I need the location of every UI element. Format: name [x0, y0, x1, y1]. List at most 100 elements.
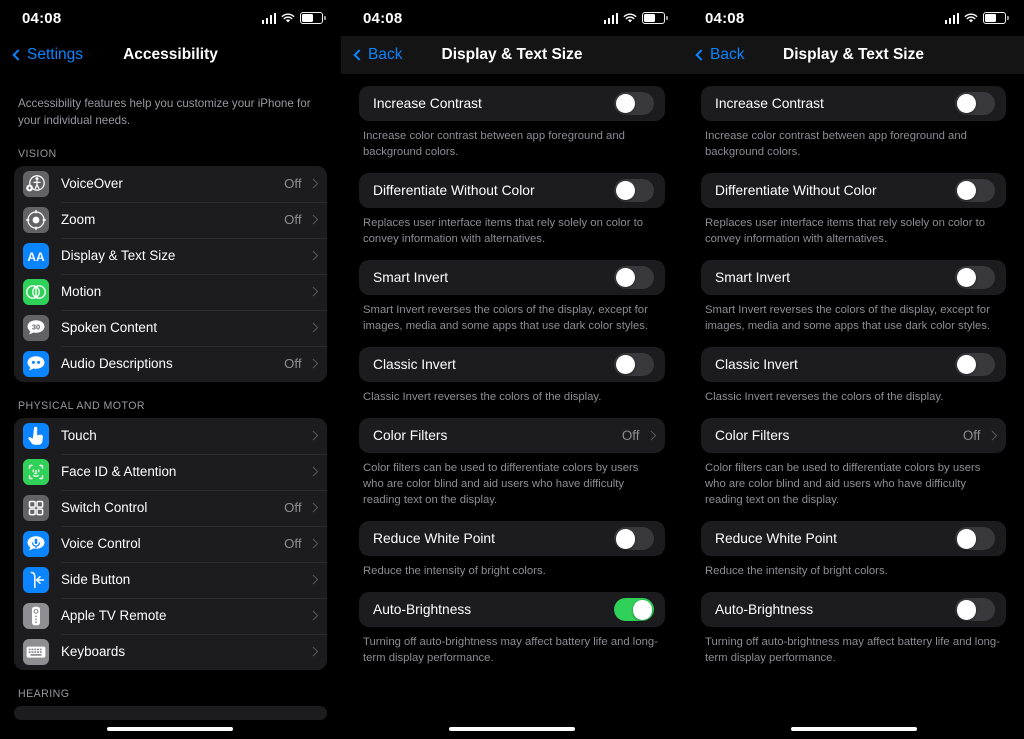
three-phone-screenshots: 04:08 Settings Accessibility Accessibili…: [0, 0, 1024, 739]
setting-row-classic-invert[interactable]: Classic Invert: [359, 347, 665, 383]
setting-label: Reduce White Point: [373, 531, 495, 547]
sidebar-item-voice-control[interactable]: Voice Control Off: [14, 525, 327, 562]
setting-row-increase-contrast[interactable]: Increase Contrast: [359, 86, 665, 121]
setting-row-smart-invert[interactable]: Smart Invert: [359, 260, 665, 296]
back-button[interactable]: Back: [353, 46, 402, 64]
chevron-right-icon: [308, 646, 318, 657]
chevron-left-icon: [353, 49, 365, 61]
setting-row-differentiate-without-color[interactable]: Differentiate Without Color: [701, 173, 1006, 209]
status-bar-indicators: [603, 12, 668, 24]
battery-icon: [983, 12, 1009, 24]
sidebar-item-zoom[interactable]: Zoom Off: [14, 201, 327, 238]
chevron-right-icon: [308, 322, 318, 333]
accessibility-screen: 04:08 Settings Accessibility Accessibili…: [0, 0, 341, 739]
back-button-label: Back: [710, 46, 745, 63]
chevron-right-icon: [308, 358, 318, 369]
setting-label: Color Filters: [715, 428, 790, 444]
sidebar-item-value: Off: [284, 536, 302, 552]
setting-label: Auto-Brightness: [715, 602, 814, 618]
setting-row-auto-brightness[interactable]: Auto-Brightness: [701, 592, 1006, 628]
chevron-right-icon: [308, 610, 318, 621]
cellular-signal-icon: [261, 12, 276, 24]
setting-description: Color filters can be used to differentia…: [705, 462, 981, 507]
navigation-bar: Back Display & Text Size: [341, 36, 683, 74]
smart-invert-toggle[interactable]: [955, 266, 995, 290]
increase-contrast-toggle[interactable]: [955, 92, 995, 115]
status-bar: 04:08: [0, 0, 341, 36]
setting-row-smart-invert[interactable]: Smart Invert: [701, 260, 1006, 296]
chevron-left-icon: [695, 49, 707, 61]
status-bar-time: 04:08: [363, 9, 403, 27]
sidebar-item-side-button[interactable]: Side Button: [14, 561, 327, 598]
display-settings-list: Increase Contrast Increase color contras…: [341, 74, 683, 679]
home-indicator: [107, 726, 233, 731]
sidebar-item-face-id-attention[interactable]: Face ID & Attention: [14, 453, 327, 490]
section-header-hearing: HEARING: [18, 687, 70, 700]
auto-brightness-toggle[interactable]: [955, 598, 995, 622]
setting-label: Increase Contrast: [373, 96, 482, 111]
chevron-right-icon: [308, 178, 318, 189]
apple-tv-remote-icon: [23, 602, 49, 629]
setting-description: Turning off auto-brightness may affect b…: [363, 636, 658, 665]
sidebar-item-motion[interactable]: Motion: [14, 273, 327, 310]
sidebar-item-audio-descriptions[interactable]: Audio Descriptions Off: [14, 345, 327, 382]
setting-row-reduce-white-point[interactable]: Reduce White Point: [701, 521, 1006, 557]
sidebar-item-touch[interactable]: Touch: [14, 418, 327, 454]
sidebar-item-label: Motion: [61, 284, 102, 300]
setting-label: Differentiate Without Color: [373, 183, 535, 199]
navigation-bar: Settings Accessibility: [0, 36, 341, 74]
classic-invert-toggle[interactable]: [955, 353, 995, 377]
cellular-signal-icon: [603, 12, 618, 24]
setting-row-color-filters[interactable]: Color Filters Off: [701, 418, 1006, 454]
setting-value: Off: [962, 428, 981, 444]
sidebar-item-label: Switch Control: [61, 500, 148, 516]
sidebar-item-label: Keyboards: [61, 644, 126, 660]
setting-label: Auto-Brightness: [373, 602, 472, 618]
setting-row-color-filters[interactable]: Color Filters Off: [359, 418, 665, 454]
back-button-settings[interactable]: Settings: [12, 46, 83, 64]
setting-row-increase-contrast[interactable]: Increase Contrast: [701, 86, 1006, 121]
increase-contrast-toggle[interactable]: [614, 92, 654, 115]
setting-label: Smart Invert: [373, 270, 449, 286]
reduce-white-point-toggle[interactable]: [955, 527, 995, 551]
differentiate-without-color-toggle[interactable]: [955, 179, 995, 203]
setting-label: Color Filters: [373, 428, 448, 444]
svg-text:30: 30: [32, 322, 40, 331]
setting-label: Increase Contrast: [715, 96, 824, 111]
setting-row-auto-brightness[interactable]: Auto-Brightness: [359, 592, 665, 628]
chevron-right-icon: [308, 250, 318, 261]
sidebar-item-label: Touch: [61, 428, 97, 444]
sidebar-item-voiceover[interactable]: VoiceOver Off: [14, 166, 327, 202]
touch-icon: [23, 422, 49, 449]
differentiate-without-color-toggle[interactable]: [614, 179, 654, 203]
setting-label: Reduce White Point: [715, 531, 837, 547]
back-button[interactable]: Back: [695, 46, 745, 64]
auto-brightness-toggle[interactable]: [614, 598, 654, 622]
display-text-size-icon: AA: [23, 242, 49, 269]
sidebar-item-spoken-content[interactable]: 30 Spoken Content: [14, 309, 327, 346]
sidebar-item-apple-tv-remote[interactable]: Apple TV Remote: [14, 597, 327, 634]
chevron-right-icon: [308, 430, 318, 441]
display-text-size-screen-a: 04:08 Back Display & Text Size Increase …: [341, 0, 683, 739]
setting-description: Smart Invert reverses the colors of the …: [363, 304, 649, 333]
setting-row-differentiate-without-color[interactable]: Differentiate Without Color: [359, 173, 665, 209]
setting-description: Replaces user interface items that rely …: [363, 217, 644, 246]
accessibility-content: Accessibility features help you customiz…: [0, 74, 341, 720]
sidebar-item-value: Off: [284, 356, 302, 372]
status-bar: 04:08: [341, 0, 683, 36]
home-indicator: [449, 726, 575, 731]
sidebar-item-label: Audio Descriptions: [61, 356, 173, 372]
sidebar-item-display-text-size[interactable]: AA Display & Text Size: [14, 237, 327, 274]
sidebar-item-switch-control[interactable]: Switch Control Off: [14, 489, 327, 526]
setting-row-reduce-white-point[interactable]: Reduce White Point: [359, 521, 665, 557]
classic-invert-toggle[interactable]: [614, 353, 654, 377]
setting-row-classic-invert[interactable]: Classic Invert: [701, 347, 1006, 383]
spoken-content-icon: 30: [23, 314, 49, 341]
chevron-left-icon: [12, 49, 24, 61]
sidebar-item-keyboards[interactable]: Keyboards: [14, 633, 327, 670]
chevron-right-icon: [308, 466, 318, 477]
setting-description: Smart Invert reverses the colors of the …: [705, 304, 991, 333]
smart-invert-toggle[interactable]: [614, 266, 654, 290]
reduce-white-point-toggle[interactable]: [614, 527, 654, 551]
sidebar-item-value: Off: [284, 212, 302, 228]
